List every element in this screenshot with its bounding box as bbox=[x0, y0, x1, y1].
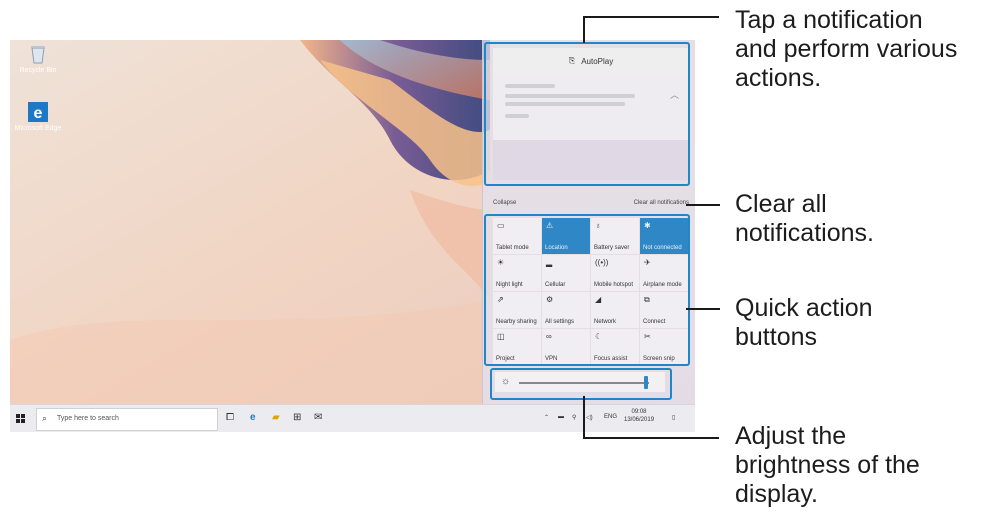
quick-action-leader bbox=[686, 308, 720, 310]
search-icon: ⌕ bbox=[42, 413, 48, 423]
callout-brightness: Adjust the brightness of the display. bbox=[735, 422, 920, 508]
clock-time: 09:08 bbox=[631, 409, 647, 415]
recycle-bin-shortcut[interactable]: Recycle Bin bbox=[14, 44, 62, 75]
clear-all-leader bbox=[686, 204, 720, 206]
notification-leader-horizontal bbox=[583, 16, 719, 18]
clock-date: 13/06/2019 bbox=[624, 417, 655, 423]
microsoft-edge-shortcut[interactable]: e Microsoft Edge bbox=[14, 102, 62, 133]
collapse-button[interactable]: Collapse bbox=[493, 200, 516, 206]
mail-icon[interactable]: ✉ bbox=[314, 412, 322, 423]
svg-text:e: e bbox=[34, 105, 43, 122]
edge-taskbar-icon[interactable]: e bbox=[250, 412, 256, 423]
notification-leader-vertical bbox=[583, 16, 585, 43]
callout-clear-all: Clear all notifications. bbox=[735, 190, 874, 247]
callout-quick-action: Quick action buttons bbox=[735, 294, 873, 351]
recycle-bin-label: Recycle Bin bbox=[19, 67, 57, 74]
brightness-leader-horizontal bbox=[583, 437, 719, 439]
callout-notification: Tap a notification and perform various a… bbox=[735, 6, 958, 92]
clear-all-notifications-button[interactable]: Clear all notifications bbox=[634, 200, 689, 206]
tray-chevron-icon[interactable]: ⌃ bbox=[544, 414, 549, 421]
task-view-icon[interactable]: ⧠ bbox=[226, 412, 234, 423]
volume-icon[interactable]: ◁) bbox=[586, 414, 593, 421]
edge-icon: e bbox=[28, 102, 48, 122]
search-placeholder: Type here to search bbox=[57, 415, 119, 422]
taskbar: ⌕ Type here to search ⧠ e ▰ ⊞ ✉ ⌃ ▬ ⚲ ◁)… bbox=[10, 404, 695, 432]
taskbar-search-box[interactable]: ⌕ Type here to search bbox=[36, 408, 218, 431]
collapse-row: Collapse Clear all notifications bbox=[493, 198, 689, 210]
microsoft-edge-label: Microsoft Edge bbox=[14, 125, 62, 132]
recycle-bin-icon bbox=[31, 46, 45, 64]
brightness-highlight-box bbox=[490, 368, 672, 400]
battery-icon[interactable]: ▬ bbox=[558, 414, 564, 420]
language-indicator[interactable]: ENG bbox=[604, 414, 617, 420]
clock[interactable]: 09:08 13/06/2019 bbox=[624, 408, 654, 424]
action-center-button[interactable]: ▯ bbox=[672, 414, 675, 421]
file-explorer-icon[interactable]: ▰ bbox=[272, 412, 280, 423]
windows-start-icon[interactable] bbox=[16, 414, 26, 424]
brightness-leader-vertical bbox=[583, 396, 585, 439]
quick-action-highlight-box bbox=[484, 214, 690, 366]
network-tray-icon[interactable]: ⚲ bbox=[572, 414, 576, 421]
store-icon[interactable]: ⊞ bbox=[293, 412, 301, 423]
notification-highlight-box bbox=[484, 42, 690, 186]
